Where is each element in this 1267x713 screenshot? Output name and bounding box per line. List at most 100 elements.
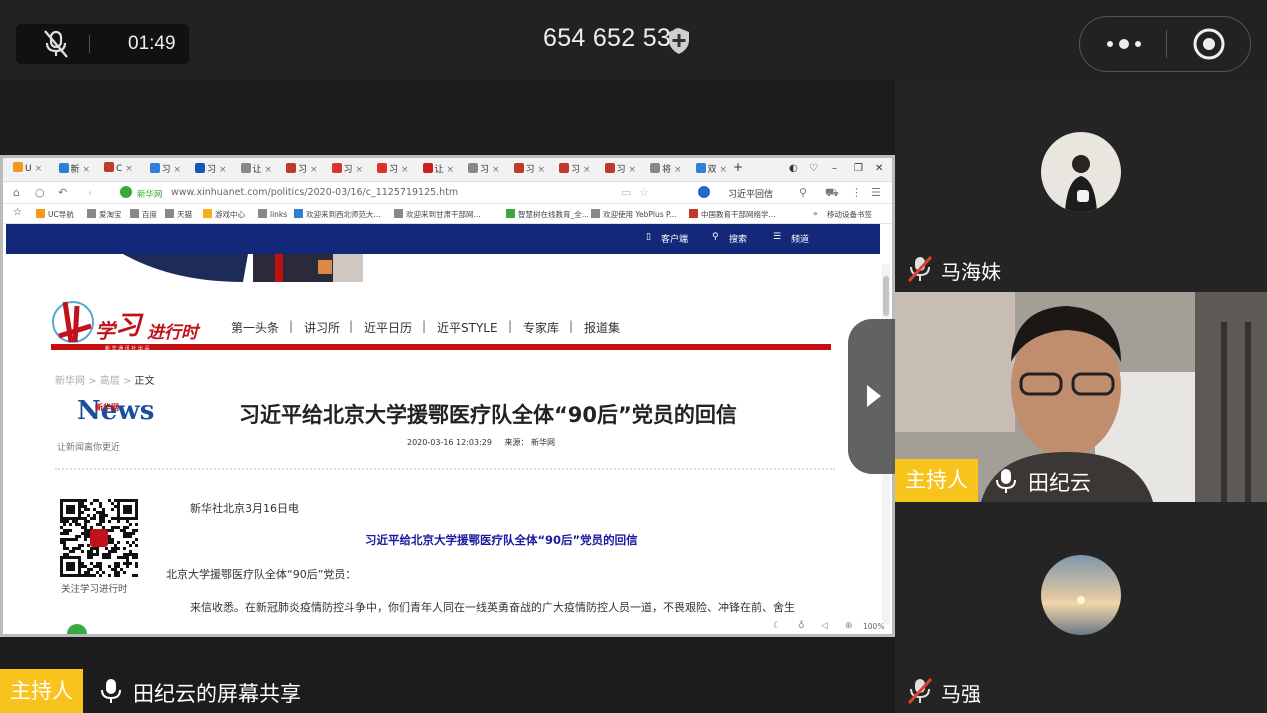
bookmark-star-icon[interactable]: ☆ [13, 207, 22, 218]
browser-tab[interactable]: 新 × [58, 162, 91, 179]
participant-video[interactable]: 主持人 田纪云 [895, 292, 1267, 502]
forward-icon[interactable]: ‹ [88, 186, 92, 199]
breadcrumb-section[interactable]: 高层 [100, 376, 120, 387]
volume-icon[interactable]: ◁ [821, 621, 828, 631]
more-options-icon[interactable] [1102, 31, 1146, 57]
browser-tab[interactable]: 习 × [468, 162, 500, 179]
bookmark-item[interactable]: 游戏中心 [203, 209, 245, 220]
menu-dots-icon[interactable]: ⋮ [851, 186, 862, 199]
xuexi-logo[interactable]: 学 习 进行时 [51, 296, 211, 350]
participant-name: 马强 [941, 682, 981, 706]
browser-tab[interactable]: 习 × [377, 162, 409, 179]
qr-code-image [60, 499, 138, 577]
bookmark-item[interactable]: 爱淘宝 [87, 209, 122, 220]
cart-icon[interactable]: ⛟ [825, 186, 839, 201]
home-icon[interactable]: ⌂ [13, 186, 20, 199]
tab-label: 习 [525, 165, 535, 175]
browser-tab[interactable]: 习 × [559, 162, 591, 179]
browser-tab[interactable]: 习 × [331, 162, 364, 179]
share-button-partial[interactable] [67, 624, 87, 634]
bookmark-item[interactable]: links [258, 209, 287, 219]
bookmark-label: 欢迎使用 YebPlus P... [603, 210, 677, 219]
browser-tab[interactable]: 让 × [422, 162, 455, 179]
refresh-icon[interactable]: ○ [35, 186, 45, 199]
xinhua-news-logo[interactable]: News 新华网 让新闻离你更近 [57, 396, 154, 456]
tab-close-icon[interactable]: × [356, 165, 364, 175]
tab-close-icon[interactable]: × [674, 165, 682, 175]
menu-item[interactable]: 报道集 [584, 319, 620, 336]
breadcrumb-home[interactable]: 新华网 [55, 376, 85, 387]
tab-close-icon[interactable]: × [401, 165, 409, 175]
tab-close-icon[interactable]: × [310, 165, 318, 175]
avatar[interactable] [1041, 555, 1121, 635]
close-target-icon[interactable] [1192, 27, 1226, 61]
minimize-icon[interactable]: – [832, 163, 837, 174]
tab-close-icon[interactable]: × [583, 165, 591, 175]
menu-item[interactable]: 讲习所 [304, 319, 340, 336]
hamburger-icon[interactable]: ☰ [871, 186, 881, 199]
browser-tab[interactable]: 习 × [149, 162, 182, 179]
tab-audio-icon[interactable]: ◐ [789, 163, 798, 174]
browser-tab[interactable]: 习 × [604, 162, 637, 179]
security-shield-icon[interactable] [667, 27, 691, 55]
tab-close-icon[interactable]: × [174, 165, 182, 175]
back-icon[interactable]: ↶ [58, 186, 67, 199]
restore-icon[interactable]: ❐ [854, 163, 863, 174]
meeting-id[interactable]: 654 652 532 [543, 24, 685, 53]
tab-close-icon[interactable]: × [538, 165, 546, 175]
menu-item[interactable]: 近平日历 [364, 319, 412, 336]
tab-close-icon[interactable]: × [125, 164, 133, 174]
zoom-icon[interactable]: ⊕ [845, 621, 853, 631]
bookmark-item[interactable]: 欢迎使用 YebPlus P... [591, 209, 677, 220]
scrollbar-thumb[interactable] [883, 276, 889, 316]
bookmark-item[interactable]: 百度 [130, 209, 157, 220]
tab-close-icon[interactable]: × [629, 165, 637, 175]
bookmark-more[interactable]: » [813, 209, 818, 218]
star-icon[interactable]: ☆ [639, 186, 649, 199]
bookmark-item[interactable]: 欢迎来到西北师范大... [294, 209, 381, 220]
toggle-panel-button[interactable] [848, 319, 895, 474]
tab-close-icon[interactable]: × [83, 165, 91, 175]
bookmark-item[interactable]: 欢迎来到甘肃干部网... [394, 209, 481, 220]
browser-tab[interactable]: 将 × [650, 162, 682, 179]
mobile-bookmarks[interactable]: 移动设备书签 [827, 209, 872, 220]
bookmark-item[interactable]: 天猫 [165, 209, 192, 220]
browser-tab[interactable]: C × [104, 162, 133, 179]
avatar[interactable] [1041, 132, 1121, 212]
tab-close-icon[interactable]: × [35, 164, 43, 174]
menu-item[interactable]: 近平STYLE [437, 319, 498, 336]
tab-close-icon[interactable]: × [720, 165, 728, 175]
pin-icon[interactable]: ♁ [798, 621, 805, 631]
bookmark-item[interactable]: UC导航 [36, 209, 74, 220]
browser-tab[interactable]: 习 × [286, 162, 318, 179]
menu-item[interactable]: 专家库 [523, 319, 559, 336]
new-tab-button[interactable]: + [733, 160, 743, 177]
nav-search[interactable]: 搜索 [729, 232, 747, 245]
column-header: 学 习 进行时 新 华 通 讯 社 出 品 第一头条 | 讲习所 | 近平日历 … [51, 296, 831, 356]
search-icon[interactable]: ⚲ [799, 186, 807, 199]
browser-tab[interactable]: 习 × [513, 162, 546, 179]
mic-timer-pill[interactable]: 01:49 [16, 24, 189, 64]
tab-favicon-icon [149, 163, 160, 173]
tab-close-icon[interactable]: × [447, 165, 455, 175]
bookmark-item[interactable]: 智慧树在线教育_全... [506, 209, 589, 220]
url-field[interactable]: www.xinhuanet.com/politics/2020-03/16/c_… [171, 187, 458, 198]
browser-tab[interactable]: 让 × [240, 162, 273, 179]
tab-close-icon[interactable]: × [492, 165, 500, 175]
shield-small-icon[interactable]: ♡ [809, 163, 818, 174]
mic-muted-icon[interactable] [42, 29, 70, 59]
bookmark-item[interactable]: 中国教育干部网络学... [689, 209, 776, 220]
nav-client[interactable]: 客户端 [661, 232, 688, 245]
tab-close-icon[interactable]: × [219, 165, 227, 175]
reader-icon[interactable]: ▭ [621, 186, 631, 199]
zoom-level[interactable]: 100% [863, 622, 884, 631]
browser-search[interactable]: 习近平回信 [698, 185, 798, 201]
browser-tab[interactable]: U × [13, 162, 42, 179]
menu-item[interactable]: 第一头条 [231, 319, 279, 336]
browser-tab[interactable]: 双 × [695, 162, 728, 179]
night-mode-icon[interactable]: ☾ [773, 621, 781, 631]
window-close-icon[interactable]: ✕ [875, 163, 883, 174]
nav-channel[interactable]: 频道 [791, 232, 809, 245]
browser-tab[interactable]: 习 × [195, 162, 227, 179]
tab-close-icon[interactable]: × [265, 165, 273, 175]
